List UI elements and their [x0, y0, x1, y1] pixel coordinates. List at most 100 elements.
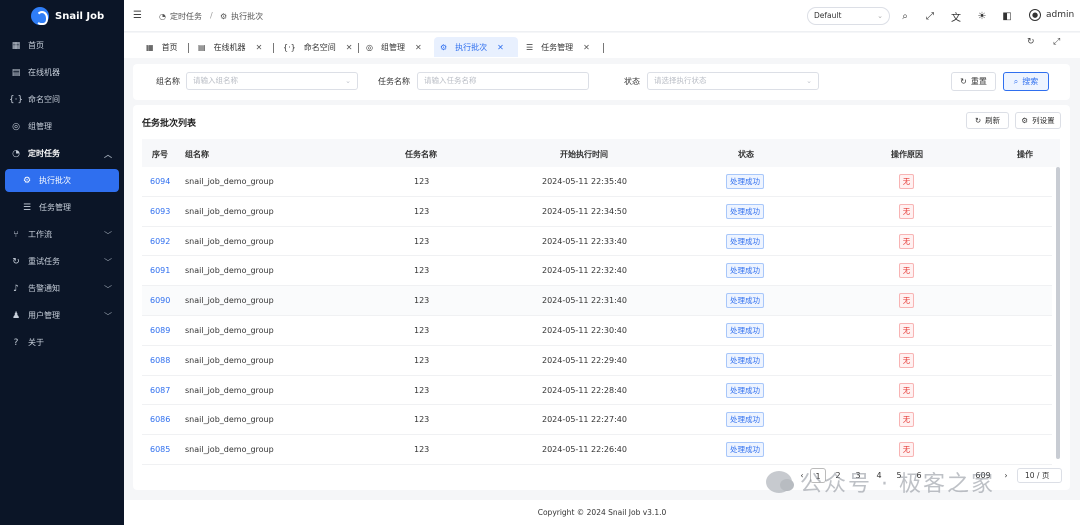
username[interactable]: admin — [1046, 10, 1074, 20]
table-row[interactable]: 6088 snail_job_demo_group 123 2024-05-11… — [142, 346, 1052, 376]
sidebar-item-home[interactable]: ▦ 首页 — [0, 32, 124, 59]
column-header[interactable]: 操作原因 — [891, 149, 923, 160]
tab-online-machines[interactable]: ▤ 在线机器 ✕ — [192, 37, 268, 57]
sidebar-item-alerts[interactable]: ♪ 告警通知 ﹀ — [0, 275, 124, 302]
reason-badge: 无 — [899, 233, 914, 249]
column-settings-button[interactable]: ⚙ 列设置 — [1015, 112, 1061, 129]
row-start-time: 2024-05-11 22:27:40 — [542, 415, 627, 425]
row-start-time: 2024-05-11 22:32:40 — [542, 266, 627, 276]
table-row[interactable]: 6093 snail_job_demo_group 123 2024-05-11… — [142, 197, 1052, 227]
next-page-icon[interactable]: › — [998, 468, 1014, 483]
app-title: Snail Job — [55, 10, 105, 22]
table-row[interactable]: 6094 snail_job_demo_group 123 2024-05-11… — [142, 167, 1052, 197]
search-icon[interactable]: ⌕ — [898, 9, 912, 23]
column-header[interactable]: 任务名称 — [405, 149, 437, 160]
column-header[interactable]: 操作 — [1017, 149, 1033, 160]
page-size-select[interactable]: 10 / 页 — [1017, 468, 1062, 483]
column-header[interactable]: 组名称 — [185, 149, 209, 160]
close-icon[interactable]: ✕ — [497, 43, 504, 52]
tab-namespace[interactable]: {·} 命名空间 ✕ — [277, 37, 358, 57]
row-id-link[interactable]: 6088 — [150, 356, 170, 365]
refresh-button[interactable]: ↻ 刷新 — [966, 112, 1009, 129]
sidebar-item-user-management[interactable]: ♟ 用户管理 ﹀ — [0, 302, 124, 329]
fullscreen-icon[interactable]: ⤢ — [923, 9, 937, 23]
row-task-name: 123 — [414, 415, 430, 425]
sidebar-item-execution-batch[interactable]: ⚙ 执行批次 — [5, 169, 119, 192]
sidebar-item-scheduled-tasks[interactable]: ◔ 定时任务 ︿ — [0, 140, 124, 167]
row-task-name: 123 — [414, 385, 430, 395]
batch-icon: ⚙ — [22, 175, 32, 186]
group-name-select[interactable]: 请输入组名称 ⌄ — [186, 72, 358, 90]
table-scrollbar[interactable] — [1056, 167, 1060, 459]
column-header[interactable]: 序号 — [152, 149, 168, 160]
search-button[interactable]: ⌕ 搜索 — [1003, 72, 1049, 91]
column-header[interactable]: 开始执行时间 — [560, 149, 608, 160]
close-icon[interactable]: ✕ — [256, 43, 263, 52]
close-icon[interactable]: ✕ — [415, 43, 422, 52]
watermark-text: 公众号 · 极客之家 — [800, 472, 995, 497]
sidebar-item-about[interactable]: ? 关于 — [0, 329, 124, 356]
menu-toggle-icon[interactable]: ☰ — [133, 10, 142, 21]
row-id-link[interactable]: 6092 — [150, 237, 170, 246]
theme-select[interactable]: Default ⌄ — [807, 7, 890, 25]
row-task-name: 123 — [414, 236, 430, 246]
tab-group-management[interactable]: ◎ 组管理 ✕ — [360, 37, 428, 57]
namespace-icon: {·} — [8, 94, 24, 105]
sidebar-item-namespace[interactable]: {·} 命名空间 — [0, 86, 124, 113]
table-row[interactable]: 6091 snail_job_demo_group 123 2024-05-11… — [142, 256, 1052, 287]
tab-divider — [273, 43, 274, 53]
theme-sun-icon[interactable]: ☀ — [975, 9, 989, 23]
table-row[interactable]: 6090 snail_job_demo_group 123 2024-05-11… — [142, 286, 1052, 316]
sidebar-item-task-management[interactable]: ☰ 任务管理 — [0, 194, 124, 221]
column-header[interactable]: 状态 — [738, 149, 754, 160]
table-row[interactable]: 6087 snail_job_demo_group 123 2024-05-11… — [142, 376, 1052, 406]
table-row[interactable]: 6092 snail_job_demo_group 123 2024-05-11… — [142, 227, 1052, 257]
reason-badge: 无 — [899, 263, 914, 279]
translate-icon[interactable]: 文 — [949, 9, 963, 24]
group-icon: ◎ — [366, 42, 373, 52]
row-id-link[interactable]: 6093 — [150, 207, 170, 216]
row-id-link[interactable]: 6090 — [150, 296, 170, 305]
sidebar-item-retry-tasks[interactable]: ↻ 重试任务 ﹀ — [0, 248, 124, 275]
group-name-label: 组名称 — [156, 77, 180, 86]
server-icon: ▤ — [198, 42, 206, 52]
close-icon[interactable]: ✕ — [583, 43, 590, 52]
sidebar-item-workflow[interactable]: ⑂ 工作流 ﹀ — [0, 221, 124, 248]
reload-icon[interactable]: ↻ — [1027, 37, 1035, 47]
row-id-link[interactable]: 6094 — [150, 177, 170, 186]
breadcrumb-item[interactable]: ◔ 定时任务 — [159, 11, 202, 22]
snail-logo-icon — [31, 7, 49, 25]
reason-badge: 无 — [899, 322, 914, 338]
table-row[interactable]: 6085 snail_job_demo_group 123 2024-05-11… — [142, 435, 1052, 465]
status-badge: 处理成功 — [726, 203, 764, 219]
user-avatar-icon[interactable]: ● — [1029, 9, 1041, 21]
sidebar-item-label: 在线机器 — [28, 68, 60, 77]
row-id-link[interactable]: 6087 — [150, 386, 170, 395]
chevron-down-icon: ﹀ — [104, 312, 112, 321]
maximize-icon[interactable]: ⤢ — [1053, 37, 1060, 47]
tab-home[interactable]: ▦ 首页 — [140, 37, 184, 57]
settings-panel-icon[interactable]: ◧ — [1000, 9, 1014, 23]
table-row[interactable]: 6086 snail_job_demo_group 123 2024-05-11… — [142, 405, 1052, 436]
row-id-link[interactable]: 6086 — [150, 415, 170, 424]
task-name-label: 任务名称 — [378, 77, 410, 86]
breadcrumb-item[interactable]: ⚙ 执行批次 — [220, 11, 263, 22]
row-id-link[interactable]: 6089 — [150, 326, 170, 335]
task-name-input[interactable]: 请输入任务名称 — [417, 72, 589, 90]
app-logo[interactable]: Snail Job — [0, 0, 124, 32]
sidebar-item-group-management[interactable]: ◎ 组管理 — [0, 113, 124, 140]
sidebar-item-label: 用户管理 — [28, 311, 60, 320]
reset-button[interactable]: ↻ 重置 — [951, 72, 996, 91]
status-label: 状态 — [624, 77, 640, 86]
row-id-link[interactable]: 6091 — [150, 266, 170, 275]
tab-task-management[interactable]: ☰ 任务管理 ✕ — [520, 37, 596, 57]
close-icon[interactable]: ✕ — [346, 43, 353, 52]
row-group-name: snail_job_demo_group — [185, 355, 274, 365]
status-badge: 处理成功 — [726, 322, 764, 338]
status-select[interactable]: 请选择执行状态 ⌄ — [647, 72, 819, 90]
tab-execution-batch[interactable]: ⚙ 执行批次 ✕ — [434, 37, 518, 57]
row-id-link[interactable]: 6085 — [150, 445, 170, 454]
sidebar-item-online-machines[interactable]: ▤ 在线机器 — [0, 59, 124, 86]
table-row[interactable]: 6089 snail_job_demo_group 123 2024-05-11… — [142, 316, 1052, 346]
row-start-time: 2024-05-11 22:34:50 — [542, 206, 627, 216]
